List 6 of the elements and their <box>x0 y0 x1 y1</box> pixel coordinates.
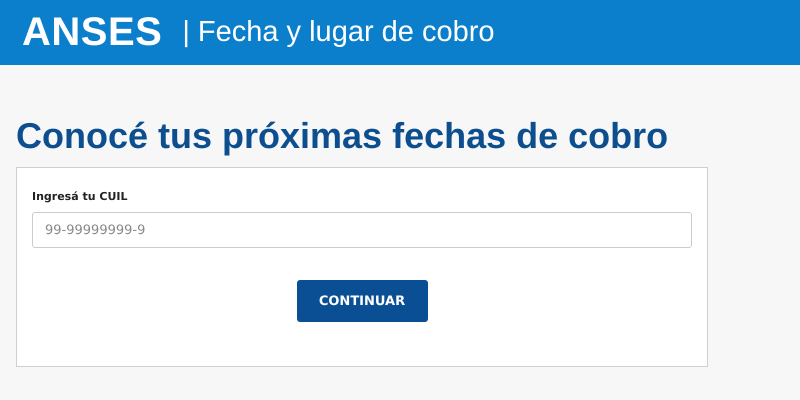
logo: ANSES <box>22 10 162 55</box>
page-title: | Fecha y lugar de cobro <box>182 16 495 49</box>
continue-button[interactable]: CONTINUAR <box>296 280 428 322</box>
cuil-input-field[interactable]: 99-99999999-9 <box>32 212 692 248</box>
field-label: Ingresá tu CUIL <box>32 190 129 203</box>
heading: Conocé tus próximas fechas de cobro <box>16 115 670 157</box>
